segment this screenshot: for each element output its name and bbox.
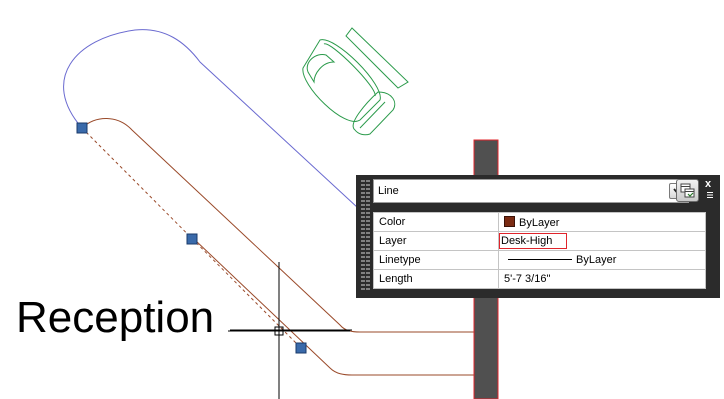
grip-endpoint-start[interactable] bbox=[76, 122, 88, 134]
property-value-linetype[interactable]: ByLayer bbox=[498, 250, 706, 270]
property-value-layer[interactable]: Desk-High bbox=[498, 231, 706, 251]
property-label: Color bbox=[373, 212, 499, 232]
property-label: Linetype bbox=[373, 250, 499, 270]
grip-endpoint-end[interactable] bbox=[295, 342, 307, 354]
close-icon[interactable]: x bbox=[705, 179, 711, 190]
quick-select-icon bbox=[680, 183, 695, 198]
reception-label[interactable]: Reception bbox=[16, 296, 214, 340]
property-label: Length bbox=[373, 269, 499, 289]
chair-block[interactable] bbox=[302, 27, 409, 136]
grip-midpoint[interactable] bbox=[186, 233, 198, 245]
property-label: Layer bbox=[373, 231, 499, 251]
linetype-sample bbox=[508, 259, 572, 260]
property-value-color[interactable]: ByLayer bbox=[498, 212, 706, 232]
property-row-linetype[interactable]: Linetype ByLayer bbox=[373, 250, 706, 270]
layer-value-highlight[interactable]: Desk-High bbox=[499, 233, 568, 249]
property-row-length[interactable]: Length 5'-7 3/16" bbox=[373, 269, 706, 289]
object-type-select[interactable]: Line bbox=[373, 179, 689, 203]
properties-table: Color ByLayer Layer Desk-High Linetype B… bbox=[373, 212, 706, 289]
quick-select-button[interactable] bbox=[676, 179, 699, 202]
property-row-layer[interactable]: Layer Desk-High bbox=[373, 231, 706, 251]
object-type-value: Line bbox=[378, 185, 399, 197]
property-value-length[interactable]: 5'-7 3/16" bbox=[498, 269, 706, 289]
quick-properties-panel: Line x Color ByLayer Layer Desk-High Lin… bbox=[356, 175, 720, 298]
options-menu-icon[interactable] bbox=[706, 191, 714, 199]
property-row-color[interactable]: Color ByLayer bbox=[373, 212, 706, 232]
crosshair-cursor bbox=[228, 262, 350, 399]
color-swatch bbox=[504, 215, 515, 227]
panel-grip-handle[interactable] bbox=[361, 180, 371, 292]
